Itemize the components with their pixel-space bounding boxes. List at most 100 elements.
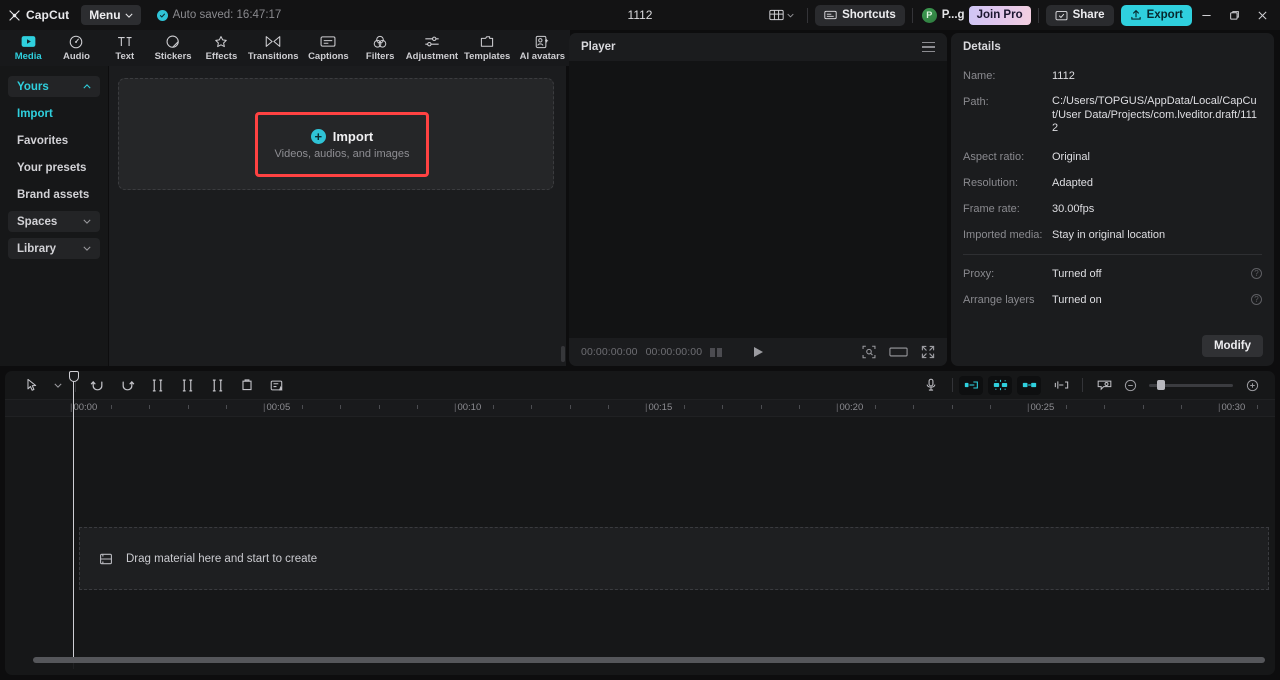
fullscreen-icon[interactable] [921,345,935,359]
details-label: Path: [963,96,989,108]
player-right-controls [862,345,935,359]
playhead[interactable] [68,371,79,657]
zoom-in-button[interactable] [1241,371,1263,399]
chevron-down-icon [787,13,794,18]
zoom-out-button[interactable] [1119,371,1141,399]
share-button[interactable]: Share [1045,4,1114,26]
ruler-tick [1257,405,1259,409]
brand-name: CapCut [26,8,70,22]
select-tool-button[interactable] [17,371,47,399]
tab-stickers[interactable]: Stickers [149,30,197,66]
ruler-tick [875,405,877,409]
import-button[interactable]: + Import Videos, audios, and images [255,112,429,177]
zoom-slider[interactable] [1149,380,1233,390]
timeline-tracks-area[interactable]: Drag material here and start to create [5,417,1275,669]
timeline-ruler[interactable]: 00:00 00:05 00:10 00:15 00:20 00:25 00:3… [5,399,1275,417]
playhead-handle[interactable] [68,371,79,382]
auto-snap-center-button[interactable] [988,375,1012,395]
play-button[interactable] [753,347,763,357]
ruler-tick [416,405,418,409]
player-stage[interactable] [569,61,947,338]
ruler-tick [1142,405,1144,409]
select-tool-dropdown[interactable] [47,371,69,399]
sidebar-item-brand-assets[interactable]: Brand assets [8,184,100,205]
details-row-aspect-ratio: Aspect ratio: Original [963,150,1262,164]
import-card[interactable]: + Import Videos, audios, and images [118,78,554,190]
filters-icon [373,34,387,49]
chevron-down-icon [125,13,133,18]
sidebar-item-your-presets[interactable]: Your presets [8,157,100,178]
freeze-frame-button[interactable] [262,371,292,399]
tab-filters[interactable]: Filters [356,30,404,66]
menu-button[interactable]: Menu [81,5,141,25]
tab-templates[interactable]: Templates [460,30,515,66]
player-menu-icon[interactable] [922,41,935,53]
sidebar-item-yours[interactable]: Yours [8,76,100,97]
media-scrollbar[interactable] [561,346,565,362]
tab-captions[interactable]: Captions [301,30,356,66]
tab-adjustment[interactable]: Adjustment [404,30,459,66]
ruler-tick [913,405,915,409]
timeline-toolbar-right [916,371,1263,399]
trim-left-button[interactable] [172,371,202,399]
minimize-button[interactable] [1192,0,1220,30]
timeline-horizontal-scrollbar[interactable] [33,657,1265,663]
zoom-slider-handle[interactable] [1157,380,1165,390]
voiceover-button[interactable] [916,371,946,399]
tab-label: AI avatars [519,51,566,62]
maximize-button[interactable] [1220,0,1248,30]
delete-button[interactable] [232,371,262,399]
ruler-label: 00:05 [263,402,290,413]
help-icon[interactable]: ? [1251,293,1262,305]
tab-media[interactable]: Media [4,30,52,66]
sidebar-item-spaces[interactable]: Spaces [8,211,100,232]
close-button[interactable] [1248,0,1276,30]
title-bar: CapCut Menu Auto saved: 16:47:17 1112 Sh… [0,0,1280,30]
join-pro-button[interactable]: Join Pro [968,5,1031,25]
details-label: Resolution: [963,176,1019,189]
modify-button[interactable]: Modify [1201,335,1263,357]
preview-button[interactable] [1089,371,1119,399]
ruler-tick [378,405,380,409]
sidebar-item-favorites[interactable]: Favorites [8,130,100,151]
plus-icon: + [310,129,326,144]
layout-button[interactable] [763,9,800,21]
sidebar-item-label: Brand assets [17,188,90,201]
aspect-ratio-icon[interactable] [889,346,908,358]
details-value[interactable]: Turned off [1052,267,1102,281]
ruler-tick [1066,405,1068,409]
capcut-window: CapCut Menu Auto saved: 16:47:17 1112 Sh… [0,0,1280,680]
shortcuts-label: Shortcuts [842,9,896,21]
auto-snap-left-button[interactable] [959,375,983,395]
tab-transitions[interactable]: Transitions [246,30,301,66]
export-button[interactable]: Export [1120,4,1192,26]
sidebar-item-label: Favorites [17,134,69,147]
ruler-tick [760,405,762,409]
trim-right-button[interactable] [202,371,232,399]
filmstrip-icon [99,552,113,566]
timeline-dropzone[interactable]: Drag material here and start to create [79,527,1269,590]
tab-label: Media [14,51,42,62]
account-name: P...g [941,9,965,21]
sidebar-item-import[interactable]: Import [8,103,100,124]
adsorption-button[interactable] [1046,371,1076,399]
timecode-mode-icon[interactable] [710,347,722,357]
details-row-resolution: Resolution: Adapted [963,176,1262,190]
tab-effects[interactable]: Effects [197,30,245,66]
details-value[interactable]: Turned on [1052,293,1102,307]
ruler-tick [951,405,953,409]
account-button[interactable]: P P...g [920,7,969,23]
ruler-label: 00:25 [1027,402,1054,413]
sidebar-item-library[interactable]: Library [8,238,100,259]
crop-icon[interactable] [862,345,876,359]
shortcuts-button[interactable]: Shortcuts [815,4,905,26]
tab-text[interactable]: Text [101,30,149,66]
tab-audio[interactable]: Audio [52,30,100,66]
help-icon[interactable]: ? [1251,267,1262,279]
undo-button[interactable] [82,371,112,399]
split-button[interactable] [142,371,172,399]
auto-snap-right-button[interactable] [1017,375,1041,395]
redo-button[interactable] [112,371,142,399]
tab-ai-avatars[interactable]: AI avatars [515,30,570,66]
tab-label: Captions [308,51,349,62]
